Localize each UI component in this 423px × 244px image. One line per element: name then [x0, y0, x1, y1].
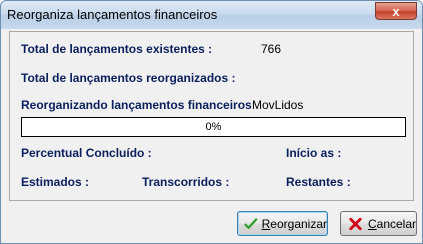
total-reorganizados-label: Total de lançamentos reorganizados :: [21, 71, 236, 85]
inicio-label: Início as :: [286, 146, 342, 160]
restantes-label: Restantes :: [286, 175, 351, 189]
reorganizando-value: MovLidos: [252, 98, 304, 112]
reorganizar-button-label: Reorganizar: [261, 216, 327, 231]
progress-panel: Total de lançamentos existentes : 766 To…: [9, 31, 414, 201]
close-icon: x: [392, 3, 400, 19]
red-x-icon: [349, 217, 362, 230]
reorganizar-button[interactable]: Reorganizar: [237, 211, 328, 236]
cancelar-button-label: Cancelar: [367, 216, 416, 231]
total-existentes-value: 766: [261, 42, 282, 56]
estimados-label: Estimados :: [21, 175, 90, 189]
reorganizando-label: Reorganizando lançamentos financeiros: [21, 98, 252, 112]
title-bar[interactable]: Reorganiza lançamentos financeiros x: [1, 1, 422, 29]
progress-bar: 0%: [21, 117, 406, 137]
window-title: Reorganiza lançamentos financeiros: [7, 7, 218, 22]
progress-text: 0%: [205, 121, 222, 133]
transcorridos-label: Transcorridos :: [142, 175, 230, 189]
close-button[interactable]: x: [375, 2, 417, 20]
cancelar-button[interactable]: Cancelar: [340, 211, 417, 236]
percentual-label: Percentual Concluído :: [21, 146, 152, 160]
checkmark-icon: [244, 217, 258, 229]
total-existentes-label: Total de lançamentos existentes :: [21, 42, 213, 56]
dialog-window: Reorganiza lançamentos financeiros x Tot…: [0, 0, 423, 244]
